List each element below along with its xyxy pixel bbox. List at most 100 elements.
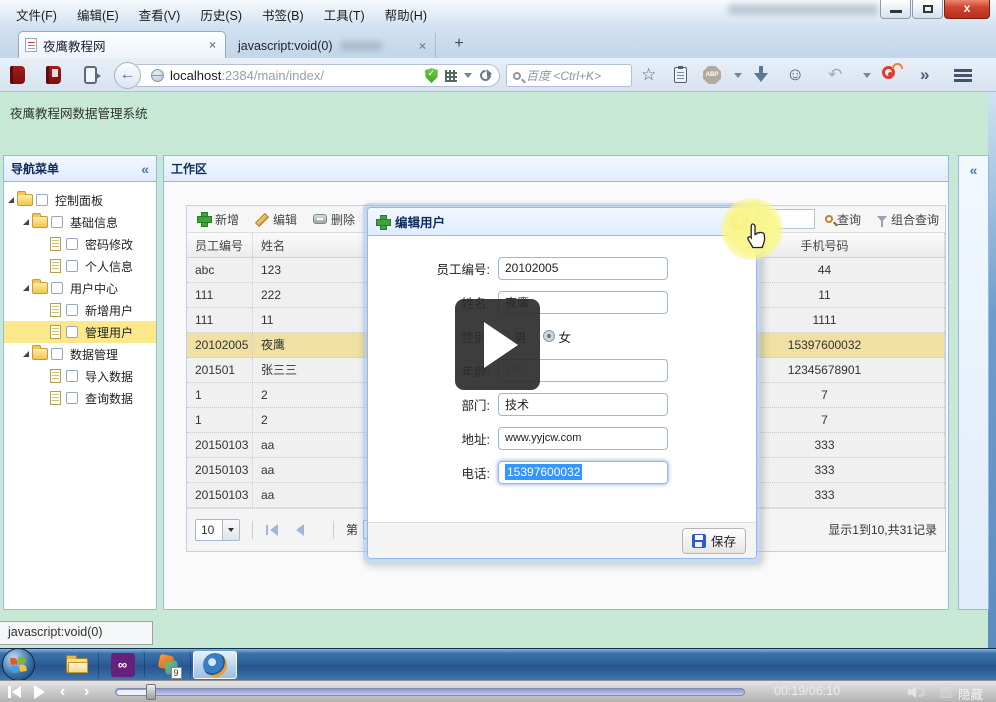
maximize-button[interactable] xyxy=(912,0,943,19)
save-button[interactable]: 保存 xyxy=(682,528,746,554)
bookmark-red-icon[interactable] xyxy=(10,66,25,84)
combo-query-button[interactable]: 组合查询 xyxy=(877,211,939,228)
undo-icon[interactable]: ↶ xyxy=(828,64,842,85)
url-bar[interactable]: localhost :2384/main/index/ ✓ xyxy=(128,64,500,87)
weibo-icon[interactable] xyxy=(882,66,895,79)
taskbar-vs9-button[interactable]: 9 xyxy=(147,651,191,679)
menu-item-3[interactable]: 历史(S) xyxy=(190,2,252,27)
tree-checkbox[interactable] xyxy=(51,216,63,228)
expand-arrow-icon[interactable] xyxy=(23,351,29,357)
tree-checkbox[interactable] xyxy=(66,238,78,250)
tree-checkbox[interactable] xyxy=(66,304,78,316)
overflow-chevrons-icon[interactable]: » xyxy=(920,64,929,85)
collapse-left-icon[interactable]: « xyxy=(141,163,149,175)
gender-radio-checked[interactable] xyxy=(543,330,555,342)
table-cell: 20150103 xyxy=(187,433,253,457)
feedback-smiley-icon[interactable]: ☺ xyxy=(786,64,804,85)
tree-item[interactable]: 个人信息 xyxy=(4,255,156,277)
player-progress-track[interactable] xyxy=(115,688,745,696)
navigation-toolbar: ← localhost :2384/main/index/ ✓ 百度 <Ctrl… xyxy=(0,58,996,92)
close-window-button[interactable]: x xyxy=(944,0,990,19)
tab-close-icon[interactable]: × xyxy=(416,39,429,53)
dialog-header[interactable]: 编辑用户 x xyxy=(368,208,756,236)
taskbar-visualstudio-button[interactable]: ∞ xyxy=(101,651,145,679)
player-prev-button[interactable]: ‹ xyxy=(60,681,65,702)
bookmark-red-icon[interactable] xyxy=(46,66,61,84)
tree-checkbox[interactable] xyxy=(36,194,48,206)
windows-start-button[interactable] xyxy=(2,648,35,681)
adblock-icon[interactable]: ABP xyxy=(703,66,721,84)
reading-list-icon[interactable] xyxy=(674,67,687,83)
send-to-device-icon[interactable] xyxy=(84,66,97,84)
tab-background[interactable]: javascript:void(0) × xyxy=(232,33,436,58)
player-next-button[interactable]: › xyxy=(84,681,89,702)
tab-close-icon[interactable]: × xyxy=(206,38,219,52)
menu-item-4[interactable]: 书签(B) xyxy=(252,2,314,27)
expand-arrow-icon[interactable] xyxy=(8,197,14,203)
table-cell: 111 xyxy=(187,283,253,307)
expand-arrow-icon[interactable] xyxy=(23,285,29,291)
taskbar-explorer-button[interactable] xyxy=(55,651,99,679)
add-button[interactable]: 新增 xyxy=(197,211,239,228)
tree-item[interactable]: 管理用户 xyxy=(4,321,156,343)
tree-item[interactable]: 控制面板 xyxy=(4,189,156,211)
expand-arrow-icon[interactable] xyxy=(23,219,29,225)
field-input[interactable]: 20102005 xyxy=(498,257,668,280)
menu-item-5[interactable]: 工具(T) xyxy=(314,2,375,27)
menu-item-6[interactable]: 帮助(H) xyxy=(375,2,437,27)
tree-checkbox[interactable] xyxy=(51,282,63,294)
player-restart-button[interactable] xyxy=(8,686,22,698)
field-input[interactable]: 15397600032 xyxy=(498,461,668,484)
tree-checkbox[interactable] xyxy=(66,326,78,338)
tree-checkbox[interactable] xyxy=(66,392,78,404)
back-button[interactable]: ← xyxy=(114,62,141,89)
menu-item-1[interactable]: 编辑(E) xyxy=(67,2,129,27)
tree-item[interactable]: 导入数据 xyxy=(4,365,156,387)
refresh-icon[interactable] xyxy=(478,68,494,84)
minimize-button[interactable] xyxy=(880,0,911,19)
dropdown-caret-icon[interactable] xyxy=(464,73,472,78)
menu-item-2[interactable]: 查看(V) xyxy=(129,2,191,27)
tree-item[interactable]: 数据管理 xyxy=(4,343,156,365)
tree-item[interactable]: 密码修改 xyxy=(4,233,156,255)
search-bar[interactable]: 百度 <Ctrl+K> xyxy=(506,64,632,87)
tree-item[interactable]: 用户中心 xyxy=(4,277,156,299)
edit-button[interactable]: 编辑 xyxy=(255,211,297,228)
page-size-caret[interactable] xyxy=(222,520,239,540)
prev-page-button[interactable] xyxy=(293,524,307,536)
field-input[interactable]: www.yyjcw.com xyxy=(498,427,668,450)
qr-code-icon[interactable] xyxy=(445,70,457,82)
undo-caret-icon[interactable] xyxy=(863,73,871,78)
delete-button[interactable]: 删除 xyxy=(313,211,355,228)
tree-item[interactable]: 基础信息 xyxy=(4,211,156,233)
downloads-icon[interactable] xyxy=(754,66,768,82)
tree-checkbox[interactable] xyxy=(66,370,78,382)
tree-checkbox[interactable] xyxy=(66,260,78,272)
player-progress-handle[interactable] xyxy=(146,684,156,700)
tab-active[interactable]: 夜鹰教程网 × xyxy=(18,31,226,58)
east-collapsed-panel[interactable]: « xyxy=(958,155,989,610)
badge-9: 9 xyxy=(171,667,182,679)
tree-item[interactable]: 新增用户 xyxy=(4,299,156,321)
field-input[interactable]: 技术 xyxy=(498,393,668,416)
column-header[interactable]: 员工编号 xyxy=(187,233,253,256)
player-play-button[interactable] xyxy=(34,685,45,699)
taskbar-firefox-button[interactable] xyxy=(193,651,237,679)
tree-checkbox[interactable] xyxy=(51,348,63,360)
hamburger-menu-icon[interactable] xyxy=(954,69,972,72)
page-size-select[interactable]: 10 xyxy=(195,519,240,541)
new-tab-button[interactable]: + xyxy=(446,34,472,54)
tree-label: 个人信息 xyxy=(82,258,136,275)
adblock-caret-icon[interactable] xyxy=(734,73,742,78)
hide-checkbox[interactable] xyxy=(940,686,952,698)
bookmark-star-icon[interactable]: ☆ xyxy=(641,64,656,85)
speaker-icon[interactable] xyxy=(908,686,915,698)
first-page-button[interactable] xyxy=(265,524,279,536)
folder-icon xyxy=(17,194,33,206)
tree-item[interactable]: 查询数据 xyxy=(4,387,156,409)
menu-item-0[interactable]: 文件(F) xyxy=(6,2,67,27)
query-button[interactable]: 查询 xyxy=(825,211,861,228)
collapse-right-icon[interactable]: « xyxy=(970,164,978,176)
video-play-button[interactable] xyxy=(455,299,540,390)
security-shield-icon[interactable]: ✓ xyxy=(425,68,438,83)
